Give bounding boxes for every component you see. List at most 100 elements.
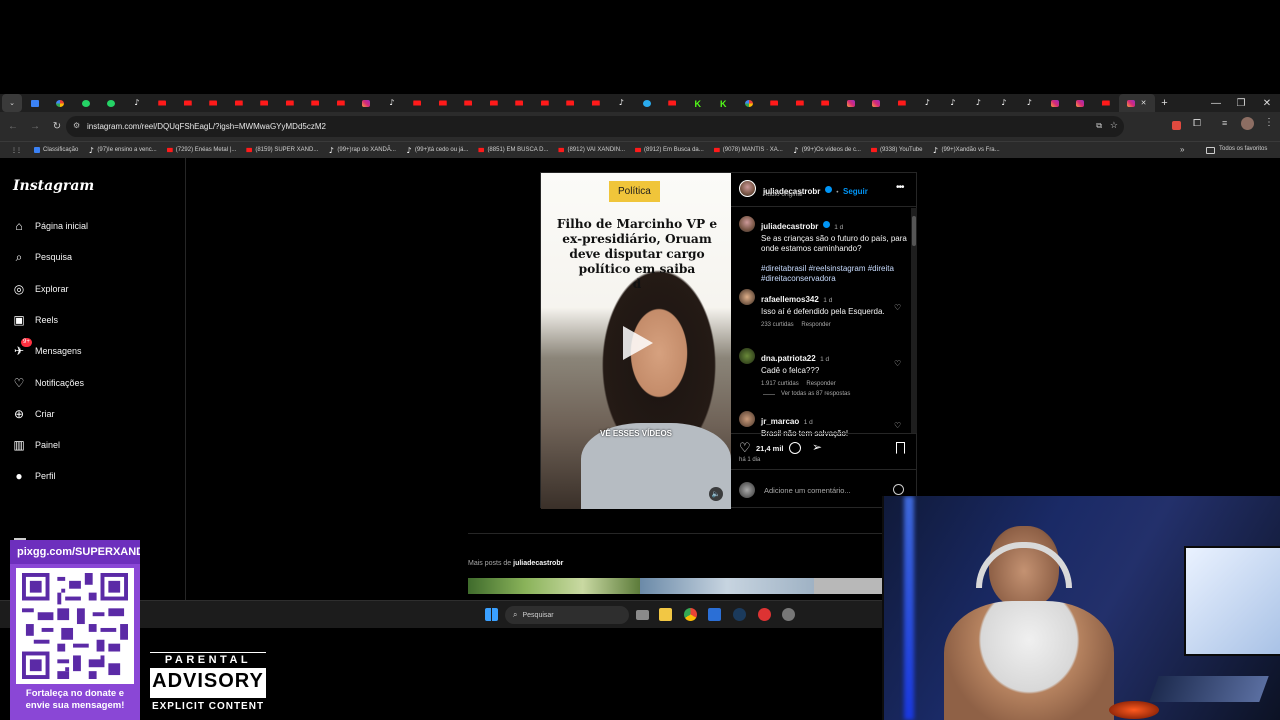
nav-item-messages[interactable]: ✈ 9+ Mensagens: [12, 338, 82, 361]
chrome-icon[interactable]: [684, 608, 697, 621]
instagram-logo[interactable]: Instagram: [13, 178, 94, 194]
comment-avatar[interactable]: [739, 289, 755, 305]
back-button[interactable]: ←: [2, 116, 24, 138]
bookmark-item[interactable]: (9078) MANTIS · XA...: [709, 142, 788, 159]
add-comment-input[interactable]: Adicione um comentário...: [764, 486, 851, 495]
bookmark-item[interactable]: ♪ (99+)tá cedo ou já...: [401, 142, 474, 159]
nav-item-reels[interactable]: ▣ Reels: [12, 310, 58, 330]
browser-tab[interactable]: K: [711, 94, 737, 112]
comment-username[interactable]: jr_marcao: [761, 417, 799, 426]
post-thumbnail[interactable]: [468, 578, 640, 594]
more-posts-user[interactable]: juliadecastrobr: [513, 560, 563, 567]
post-thumbnail[interactable]: [814, 578, 882, 594]
browser-tab[interactable]: ♪: [1017, 94, 1043, 112]
audio-label[interactable]: Áudio original: [763, 191, 802, 198]
browser-tab[interactable]: [558, 94, 584, 112]
bookmark-item[interactable]: ♪ (99+)Os vídeos de c...: [788, 142, 866, 159]
browser-tab[interactable]: [252, 94, 278, 112]
browser-tab[interactable]: [456, 94, 482, 112]
browser-tab[interactable]: [22, 94, 48, 112]
nav-item-dashboard[interactable]: ▥ Painel: [12, 435, 60, 455]
comment-avatar[interactable]: [739, 348, 755, 364]
nav-item-compass[interactable]: ◎ Explorar: [12, 279, 69, 299]
share-icon[interactable]: ➢: [812, 440, 822, 454]
comment-like-icon[interactable]: ♡: [894, 359, 901, 368]
bookmark-star-icon[interactable]: ☆: [1110, 120, 1118, 131]
browser-tab[interactable]: [532, 94, 558, 112]
browser-tab[interactable]: [150, 94, 176, 112]
url-bar[interactable]: ⚙ instagram.com/reel/DQUqFShEagL/?igsh=M…: [66, 116, 1124, 137]
windows-start-icon[interactable]: [485, 608, 498, 621]
browser-tab[interactable]: [736, 94, 762, 112]
nav-item-heart[interactable]: ♡ Notificações: [12, 373, 84, 393]
browser-tab[interactable]: [354, 94, 380, 112]
task-view-icon[interactable]: [636, 610, 649, 620]
new-tab-button[interactable]: +: [1155, 94, 1175, 112]
browser-tab[interactable]: [99, 94, 125, 112]
tab-list-button[interactable]: ⌄: [2, 94, 22, 112]
browser-tab[interactable]: ♪: [124, 94, 150, 112]
browser-tab[interactable]: [1068, 94, 1094, 112]
profile-avatar[interactable]: [1241, 117, 1254, 130]
browser-tab[interactable]: K: [685, 94, 711, 112]
comments-scrollbar[interactable]: [911, 208, 917, 433]
menu-kebab-icon[interactable]: ⋮: [1264, 117, 1274, 128]
forward-button[interactable]: →: [24, 116, 46, 138]
bookmark-item[interactable]: (8159) SUPER XAND...: [241, 142, 323, 159]
reload-button[interactable]: ↻: [46, 116, 68, 138]
more-bookmarks-icon[interactable]: »: [1180, 145, 1184, 154]
close-window-button[interactable]: ✕: [1254, 94, 1280, 112]
browser-tab[interactable]: [405, 94, 431, 112]
browser-tab[interactable]: [838, 94, 864, 112]
browser-tab[interactable]: [73, 94, 99, 112]
nav-item-create[interactable]: ⊕ Criar: [12, 404, 55, 424]
comment-like-icon[interactable]: ♡: [894, 303, 901, 312]
comment-username[interactable]: rafaellemos342: [761, 295, 819, 304]
reply-button[interactable]: Responder: [801, 322, 830, 328]
browser-tab[interactable]: ♪: [966, 94, 992, 112]
bookmark-item[interactable]: (8851) EM BUSCA D...: [473, 142, 553, 159]
browser-tab[interactable]: [226, 94, 252, 112]
emoji-icon[interactable]: [893, 484, 904, 495]
mute-icon[interactable]: 🔈: [709, 487, 723, 501]
browser-tab[interactable]: [481, 94, 507, 112]
media-control-icon[interactable]: ≡: [1222, 118, 1227, 128]
taskbar-search[interactable]: ⌕ Pesquisar: [505, 606, 629, 624]
extensions-puzzle-icon[interactable]: ⧠: [1193, 118, 1201, 129]
browser-tab[interactable]: ✕: [1118, 94, 1155, 112]
comment-like-icon[interactable]: ♡: [894, 421, 901, 430]
maximize-button[interactable]: ❐: [1228, 94, 1254, 112]
comment-icon[interactable]: [789, 442, 801, 454]
browser-tab[interactable]: [328, 94, 354, 112]
comment-likes[interactable]: 1.917 curtidas: [761, 381, 799, 387]
reel-video[interactable]: Política Filho de Marcinho VP e ex-presi…: [541, 173, 731, 509]
browser-tab[interactable]: [787, 94, 813, 112]
file-explorer-icon[interactable]: [659, 608, 672, 621]
like-count[interactable]: 21,4 mil: [756, 444, 784, 453]
app-icon[interactable]: [708, 608, 721, 621]
bookmark-item[interactable]: (8912) VAI XANDIN...: [553, 142, 630, 159]
browser-tab[interactable]: [889, 94, 915, 112]
browser-tab[interactable]: ♪: [609, 94, 635, 112]
extension-icon[interactable]: [1172, 121, 1181, 130]
bookmark-item[interactable]: (9338) YouTube: [866, 142, 927, 159]
settings-icon[interactable]: [782, 608, 795, 621]
minimize-button[interactable]: —: [1203, 94, 1229, 112]
reply-button[interactable]: Responder: [806, 381, 835, 387]
author-avatar[interactable]: [739, 180, 756, 197]
bookmark-item[interactable]: ♪ (97)Ie ensino a venc...: [83, 142, 161, 159]
browser-tab[interactable]: [583, 94, 609, 112]
browser-tab[interactable]: [634, 94, 660, 112]
close-tab-icon[interactable]: ✕: [1141, 99, 1147, 107]
comment-likes[interactable]: 233 curtidas: [761, 322, 794, 328]
apps-button[interactable]: ⋮⋮: [6, 142, 29, 159]
nav-item-home[interactable]: ⌂ Página inicial: [12, 216, 88, 236]
browser-tab[interactable]: [277, 94, 303, 112]
bookmark-item[interactable]: ♪ (99+)Xandão vs Fra...: [927, 142, 1004, 159]
like-icon[interactable]: ♡: [739, 440, 751, 456]
browser-tab[interactable]: [813, 94, 839, 112]
caption-avatar[interactable]: [739, 216, 755, 232]
browser-tab[interactable]: [175, 94, 201, 112]
bookmark-item[interactable]: (7292) Enéas Metal |...: [162, 142, 242, 159]
browser-tab[interactable]: [660, 94, 686, 112]
